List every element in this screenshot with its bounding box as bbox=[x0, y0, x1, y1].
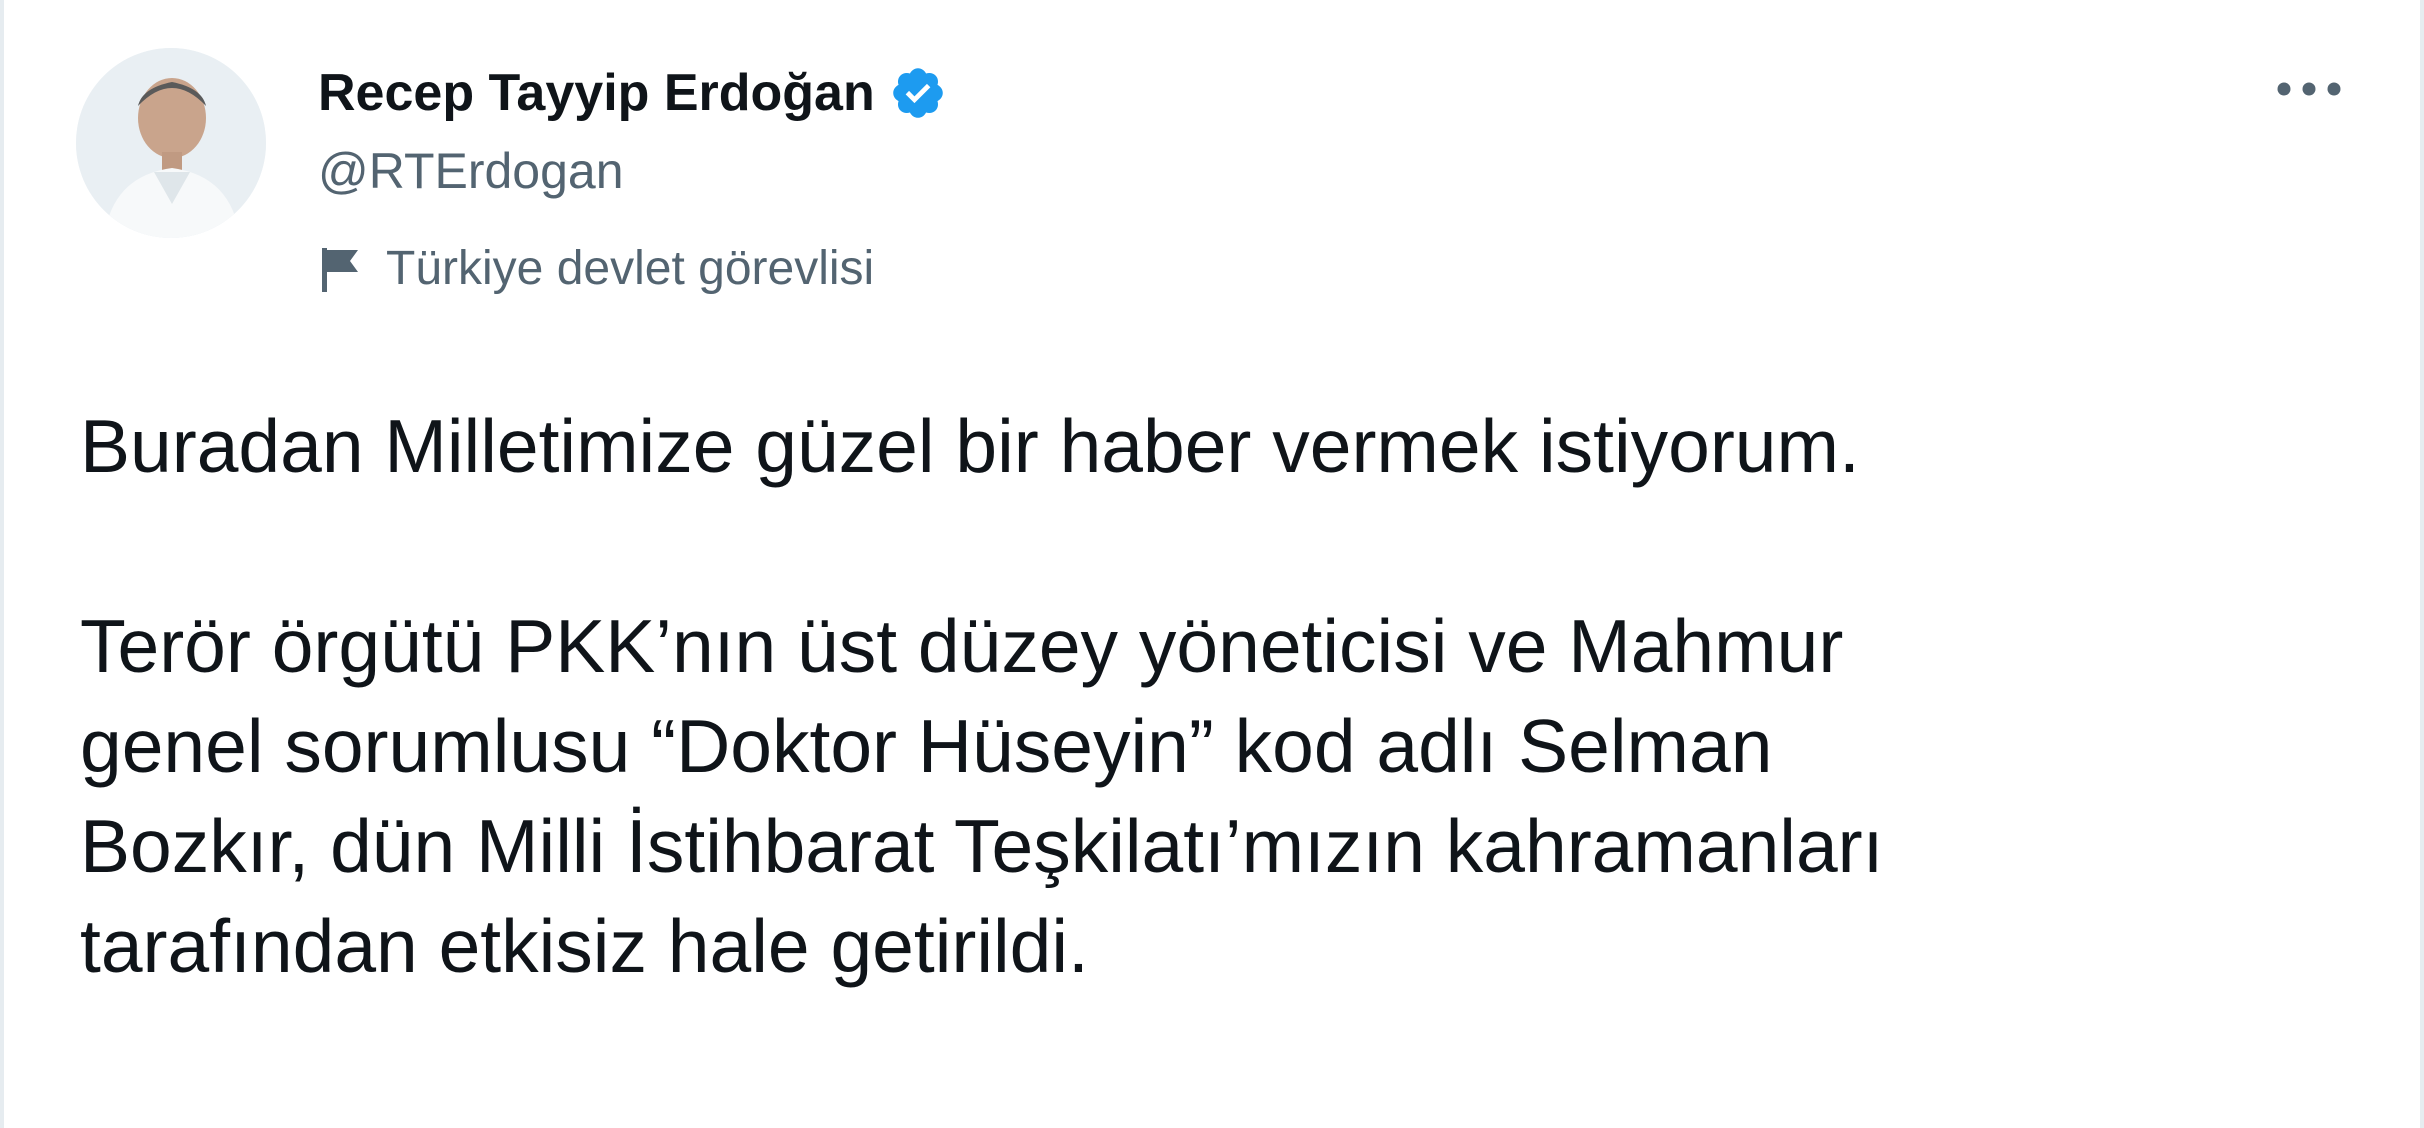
tweet-text-line: Bozkır, dün Milli İstihbarat Teşkilatı’m… bbox=[80, 804, 1884, 888]
more-options-icon bbox=[2277, 82, 2341, 96]
more-options-button[interactable] bbox=[2254, 54, 2364, 124]
author-name-row: Recep Tayyip Erdoğan bbox=[318, 58, 947, 128]
tweet-text-line: Terör örgütü PKK’nın üst düzey yöneticis… bbox=[80, 604, 1844, 688]
tweet-card: Recep Tayyip Erdoğan @RTErdogan Türkiye … bbox=[0, 0, 2424, 1128]
author-handle[interactable]: @RTErdogan bbox=[318, 138, 624, 204]
account-label-text: Türkiye devlet görevlisi bbox=[386, 242, 875, 295]
verified-badge-icon bbox=[889, 64, 947, 122]
flag-icon bbox=[318, 244, 364, 294]
avatar[interactable] bbox=[76, 48, 266, 238]
avatar-image bbox=[76, 48, 266, 238]
tweet-text: Buradan Milletimize güzel bir haber verm… bbox=[80, 396, 2380, 996]
account-label: Türkiye devlet görevlisi bbox=[318, 234, 874, 304]
tweet-text-line: genel sorumlusu “Doktor Hüseyin” kod adl… bbox=[80, 704, 1773, 788]
tweet-text-line: Buradan Milletimize güzel bir haber verm… bbox=[80, 404, 1860, 488]
tweet-text-line: tarafından etkisiz hale getirildi. bbox=[80, 904, 1089, 988]
author-display-name[interactable]: Recep Tayyip Erdoğan bbox=[318, 58, 875, 128]
